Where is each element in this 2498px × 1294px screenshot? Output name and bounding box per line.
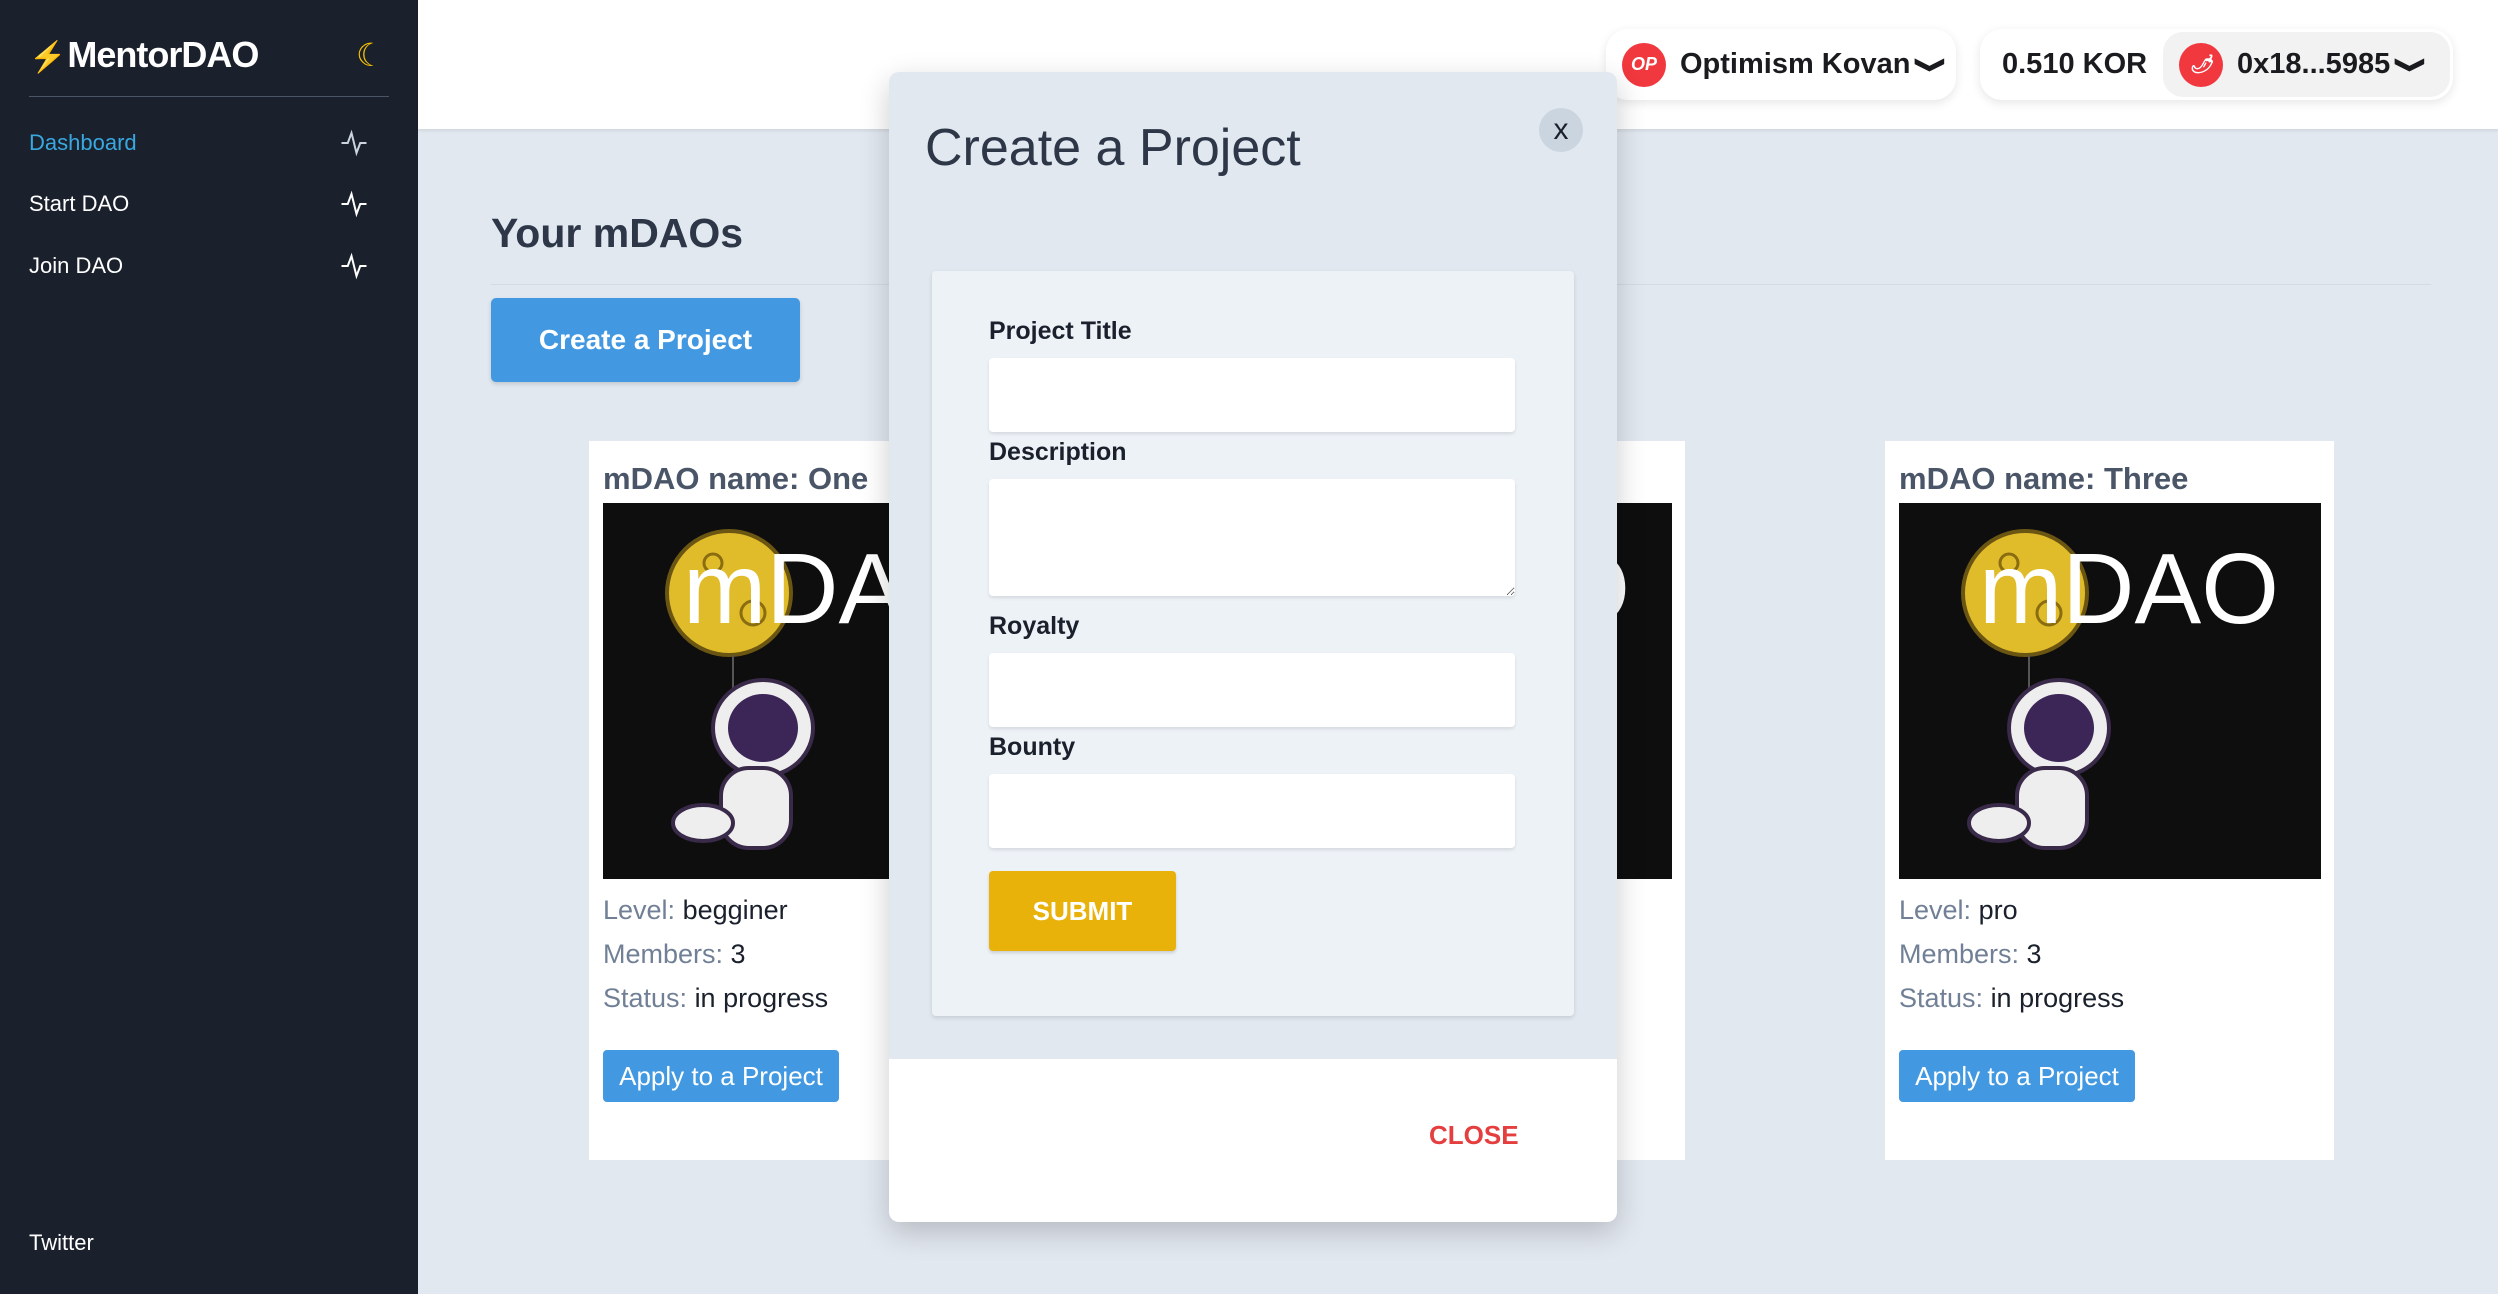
network-selector[interactable]: OP Optimism Kovan ❯: [1606, 29, 1956, 100]
mdao-image: mDAO: [1899, 503, 2321, 879]
logo-text: MentorDAO: [67, 34, 259, 75]
close-x-button[interactable]: x: [1539, 108, 1583, 152]
create-project-modal: Create a Project x Project Title Descrip…: [889, 72, 1617, 1222]
twitter-link[interactable]: Twitter: [29, 1230, 94, 1256]
image-logo-text: mDAO: [1979, 533, 2279, 645]
bounty-input[interactable]: [989, 774, 1515, 848]
nav-label: Start DAO: [29, 191, 130, 216]
mdao-card: mDAO name: Three mDAO Level: pro Members…: [1885, 441, 2334, 1160]
logo[interactable]: ⚡MentorDAO: [29, 34, 259, 76]
activity-icon: [341, 129, 367, 157]
wallet-address: 0x18...5985: [2237, 48, 2391, 80]
sidebar-item-dashboard[interactable]: Dashboard: [29, 123, 369, 163]
chevron-down-icon: ❯: [2395, 55, 2429, 74]
project-form: Project Title Description Royalty Bounty…: [932, 271, 1574, 1016]
activity-icon: [341, 190, 367, 218]
card-level: Level: pro: [1899, 895, 2018, 925]
royalty-input[interactable]: [989, 653, 1515, 727]
royalty-label: Royalty: [989, 612, 1080, 640]
optimism-icon: OP: [1622, 42, 1666, 87]
sidebar: ⚡MentorDAO ☾ Dashboard Start DAO Join DA…: [0, 0, 418, 1294]
sidebar-item-join-dao[interactable]: Join DAO: [29, 246, 369, 286]
card-level: Level: begginer: [603, 895, 788, 925]
account-pill: 0.510 KOR 🌶 0x18...5985 ❯: [1980, 29, 2453, 100]
apply-project-button[interactable]: Apply to a Project: [1899, 1050, 2135, 1102]
activity-icon: [341, 252, 367, 280]
modal-title: Create a Project: [925, 119, 1301, 177]
sidebar-item-start-dao[interactable]: Start DAO: [29, 184, 369, 224]
lightning-icon: ⚡: [29, 41, 66, 74]
nav-label: Join DAO: [29, 253, 124, 278]
moon-icon[interactable]: ☾: [356, 36, 385, 74]
card-members: Members: 3: [603, 939, 746, 969]
card-title: mDAO name: Three: [1899, 461, 2189, 496]
project-title-input[interactable]: [989, 358, 1515, 432]
network-name: Optimism Kovan: [1680, 48, 1911, 80]
submit-button[interactable]: SUBMIT: [989, 871, 1176, 951]
description-input[interactable]: [989, 479, 1515, 596]
card-status: Status: in progress: [603, 983, 829, 1013]
bounty-label: Bounty: [989, 733, 1076, 761]
chevron-down-icon: ❯: [1916, 55, 1949, 74]
balance: 0.510 KOR: [2002, 48, 2148, 80]
card-status: Status: in progress: [1899, 983, 2125, 1013]
apply-project-button[interactable]: Apply to a Project: [603, 1050, 839, 1102]
page-title: Your mDAOs: [491, 210, 744, 256]
create-project-button[interactable]: Create a Project: [491, 298, 800, 382]
chili-avatar-icon: 🌶: [2179, 42, 2223, 87]
card-members: Members: 3: [1899, 939, 2042, 969]
close-button[interactable]: CLOSE: [1429, 1120, 1519, 1151]
description-label: Description: [989, 438, 1127, 466]
card-title: mDAO name: One: [603, 461, 869, 496]
nav-label: Dashboard: [29, 130, 137, 155]
project-title-label: Project Title: [989, 317, 1132, 345]
divider: [29, 96, 389, 97]
account-button[interactable]: 🌶 0x18...5985 ❯: [2163, 32, 2450, 97]
